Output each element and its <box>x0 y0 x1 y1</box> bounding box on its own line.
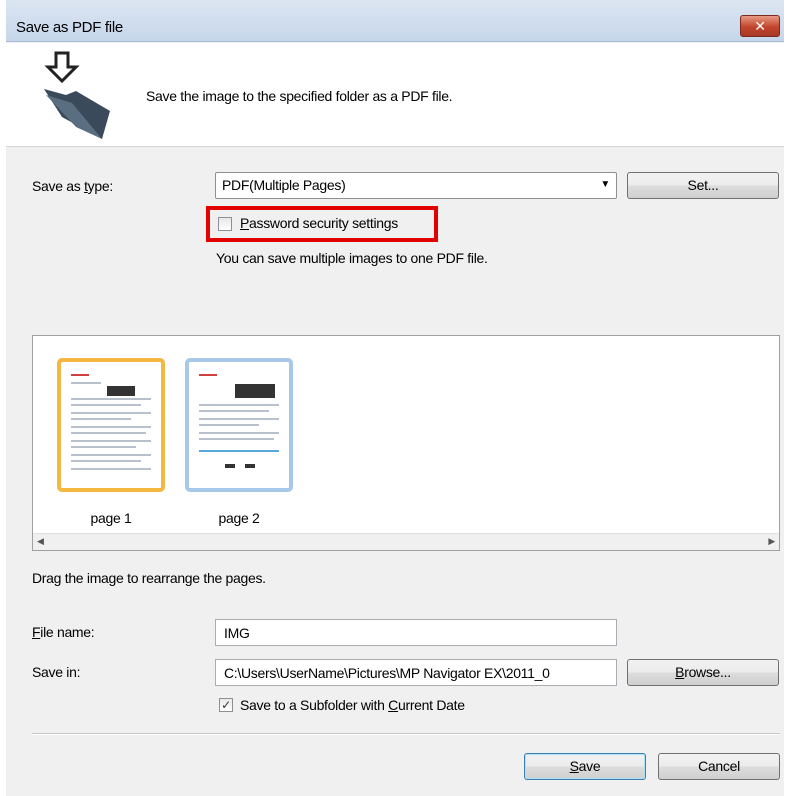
scroll-right-icon[interactable]: ▶ <box>768 536 775 547</box>
page-label-2: page 2 <box>218 510 260 526</box>
save-as-type-select[interactable]: PDF(Multiple Pages) ▼ <box>215 172 617 199</box>
save-button[interactable]: Save <box>524 753 646 780</box>
document-page-icon <box>195 368 283 482</box>
save-in-label: Save in: <box>32 664 81 680</box>
header-panel: Save the image to the specified folder a… <box>6 43 784 147</box>
save-as-type-label: Save as type: <box>32 178 113 194</box>
page-label-1: page 1 <box>90 510 132 526</box>
set-button[interactable]: Set... <box>627 172 779 199</box>
save-in-path-field[interactable]: C:\Users\UserName\Pictures\MP Navigator … <box>215 659 617 686</box>
separator <box>32 733 780 735</box>
checkmark-icon: ✓ <box>221 698 231 712</box>
horizontal-scrollbar[interactable]: ◀ ▶ <box>33 533 779 550</box>
scroll-left-icon[interactable]: ◀ <box>37 536 44 547</box>
title-bar[interactable]: Save as PDF file ✕ <box>6 0 784 42</box>
close-icon: ✕ <box>754 18 766 34</box>
save-as-type-value: PDF(Multiple Pages) <box>222 177 346 193</box>
dialog-title: Save as PDF file <box>16 19 123 36</box>
cancel-button[interactable]: Cancel <box>658 753 780 780</box>
close-button[interactable]: ✕ <box>740 15 780 37</box>
save-as-pdf-dialog: Save as PDF file ✕ Save the image to the… <box>0 0 790 796</box>
info-text: You can save multiple images to one PDF … <box>216 250 488 266</box>
page-thumbnail-panel[interactable]: page 1 page 2 ◀ ▶ <box>32 335 780 551</box>
browse-button[interactable]: Browse... <box>627 659 779 686</box>
save-pdf-folder-icon <box>44 51 110 139</box>
document-page-icon <box>67 368 155 482</box>
page-thumbnail-2[interactable] <box>185 358 293 492</box>
highlight-box <box>206 206 438 242</box>
file-name-label: File name: <box>32 624 95 640</box>
subfolder-label[interactable]: Save to a Subfolder with Current Date <box>240 697 465 713</box>
chevron-down-icon: ▼ <box>600 179 610 190</box>
file-name-input[interactable]: IMG <box>215 619 617 646</box>
page-thumbnail-1[interactable] <box>57 358 165 492</box>
subfolder-checkbox[interactable]: ✓ <box>219 698 233 712</box>
drag-hint-text: Drag the image to rearrange the pages. <box>32 570 266 586</box>
header-description: Save the image to the specified folder a… <box>146 88 453 104</box>
